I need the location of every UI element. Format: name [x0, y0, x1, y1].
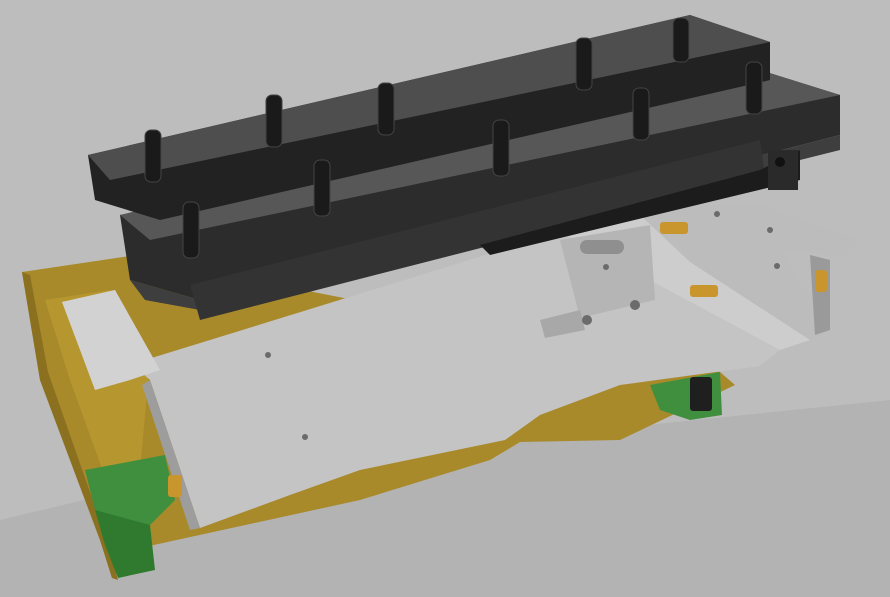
cad-assembly-view	[0, 15, 890, 597]
rocker-switch-icon	[690, 377, 712, 411]
